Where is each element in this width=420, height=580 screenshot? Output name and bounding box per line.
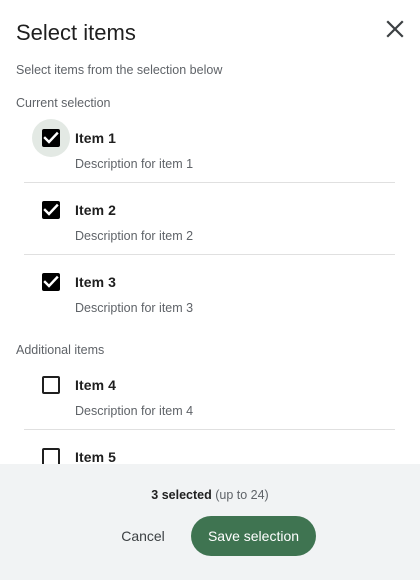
item-description: Description for item 4 [75,404,194,418]
item-label: Item 4 [75,377,117,393]
selection-limit-text: (up to 24) [215,488,269,502]
item-description: Description for item 1 [75,157,194,171]
selection-count: 3 selected (up to 24) [0,488,420,502]
checkbox-item-1[interactable] [42,129,60,147]
check-icon [43,275,59,288]
select-items-dialog: Select items Select items from the selec… [0,0,420,580]
item-list[interactable]: Current selection Item 1 Description for… [0,88,420,464]
dialog-title: Select items [16,20,136,45]
selected-count-text: 3 selected [151,488,212,502]
close-icon [386,20,404,38]
list-item[interactable]: Item 3 Description for item 3 [24,255,395,327]
list-item[interactable]: Item 5 [24,430,395,464]
checkbox-container [32,191,70,229]
section-label-current: Current selection [16,96,111,110]
list-item[interactable]: Item 4 Description for item 4 [24,358,395,430]
dialog-footer: 3 selected (up to 24) Cancel Save select… [0,464,420,580]
checkbox-container [32,263,70,301]
item-description: Description for item 2 [75,229,194,243]
list-item[interactable]: Item 1 Description for item 1 [24,111,395,183]
item-label: Item 1 [75,130,117,146]
list-item[interactable]: Item 2 Description for item 2 [24,183,395,255]
item-description: Description for item 3 [75,301,194,315]
dialog-header: Select items [0,0,420,64]
checkbox-container [32,438,70,464]
checkbox-container [32,366,70,404]
checkbox-item-2[interactable] [42,201,60,219]
checkbox-item-3[interactable] [42,273,60,291]
checkbox-focus-ring [32,119,70,157]
close-button[interactable] [384,18,406,40]
cancel-button[interactable]: Cancel [108,516,178,556]
save-selection-button[interactable]: Save selection [191,516,316,556]
checkbox-item-5[interactable] [42,448,60,464]
item-label: Item 3 [75,274,117,290]
item-label: Item 5 [75,449,117,464]
item-label: Item 2 [75,202,117,218]
dialog-subtitle: Select items from the selection below [16,63,223,77]
check-icon [43,131,59,144]
checkbox-item-4[interactable] [42,376,60,394]
section-label-additional: Additional items [16,343,105,357]
check-icon [43,203,59,216]
